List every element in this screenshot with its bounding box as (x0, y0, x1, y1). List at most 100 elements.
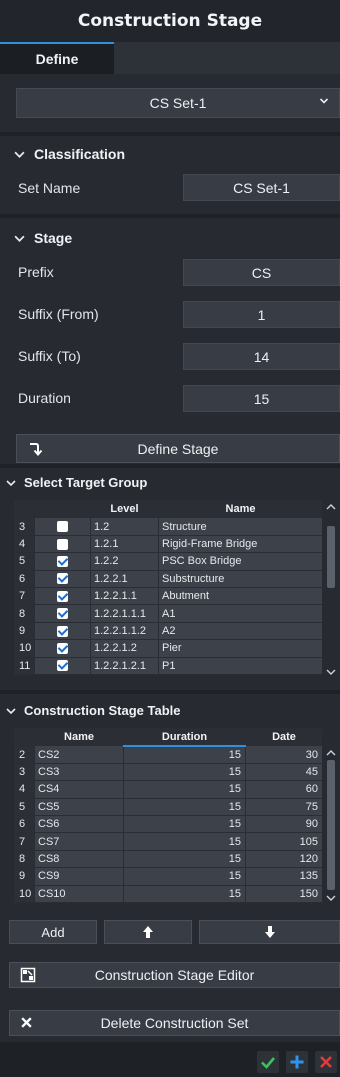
row-checkbox-cell[interactable] (34, 604, 91, 623)
stage-date-cell: 150 (245, 884, 322, 903)
column-header-duration[interactable]: Duration (123, 728, 246, 747)
target-group-row[interactable]: 6 1.2.2.1 Substructure (14, 569, 322, 588)
column-header-name[interactable]: Name (34, 728, 124, 747)
chevron-down-icon (6, 479, 16, 486)
cs-set-dropdown[interactable]: CS Set-1 (16, 88, 340, 118)
group-checkbox[interactable] (57, 555, 68, 567)
column-header-date[interactable]: Date (245, 728, 322, 747)
row-checkbox-cell[interactable] (34, 517, 91, 536)
move-up-button[interactable] (104, 920, 192, 944)
stage-row[interactable]: 2 CS2 15 30 (14, 745, 322, 764)
target-group-row[interactable]: 7 1.2.2.1.1 Abutment (14, 586, 322, 606)
classification-header[interactable]: Classification (14, 146, 125, 162)
cancel-button[interactable] (315, 1051, 337, 1073)
duration-field[interactable]: 15 (183, 385, 340, 412)
confirm-button[interactable] (257, 1051, 279, 1073)
target-group-row[interactable]: 5 1.2.2 PSC Box Bridge (14, 552, 322, 571)
target-group-row[interactable]: 10 1.2.2.1.2 Pier (14, 639, 322, 658)
stage-date-cell: 120 (245, 849, 322, 869)
stage-name-cell[interactable]: CS9 (34, 867, 124, 886)
stage-duration-cell[interactable]: 15 (123, 849, 246, 869)
name-cell: PSC Box Bridge (158, 552, 322, 571)
set-name-field[interactable]: CS Set-1 (183, 174, 340, 201)
row-checkbox-cell[interactable] (34, 534, 91, 554)
target-group-header[interactable]: Select Target Group (6, 475, 147, 490)
stage-row[interactable]: 4 CS4 15 60 (14, 780, 322, 799)
group-checkbox[interactable] (57, 642, 68, 654)
stage-duration-cell[interactable]: 15 (123, 832, 246, 851)
level-cell: 1.2.1 (90, 534, 159, 554)
row-checkbox-cell[interactable] (34, 656, 91, 675)
stage-row[interactable]: 7 CS7 15 105 (14, 832, 322, 851)
stage-duration-cell[interactable]: 15 (123, 797, 246, 816)
scrollbar-thumb[interactable] (327, 760, 335, 890)
column-header-level[interactable]: Level (90, 500, 159, 519)
stage-name-cell[interactable]: CS10 (34, 884, 124, 903)
target-group-scrollbar[interactable] (324, 500, 338, 681)
stage-row[interactable]: 6 CS6 15 90 (14, 814, 322, 834)
stage-row[interactable]: 9 CS9 15 135 (14, 867, 322, 886)
target-group-row[interactable]: 8 1.2.2.1.1.1 A1 (14, 604, 322, 623)
row-checkbox-cell[interactable] (34, 552, 91, 571)
group-checkbox[interactable] (57, 538, 68, 550)
row-checkbox-cell[interactable] (34, 621, 91, 641)
row-checkbox-cell[interactable] (34, 569, 91, 588)
delete-construction-set-button[interactable]: Delete Construction Set (9, 1010, 340, 1036)
tab-define[interactable]: Define (0, 42, 114, 74)
stage-duration-cell[interactable]: 15 (123, 762, 246, 782)
define-stage-button[interactable]: Define Stage (16, 434, 340, 463)
stage-name-cell[interactable]: CS4 (34, 780, 124, 799)
column-header-name[interactable]: Name (158, 500, 322, 519)
stage-row[interactable]: 5 CS5 15 75 (14, 797, 322, 816)
row-number: 2 (14, 745, 35, 764)
target-group-row[interactable]: 4 1.2.1 Rigid-Frame Bridge (14, 534, 322, 554)
group-checkbox[interactable] (57, 660, 68, 672)
chevron-down-icon (14, 235, 25, 242)
stage-row[interactable]: 8 CS8 15 120 (14, 849, 322, 869)
target-group-row[interactable]: 3 1.2 Structure (14, 517, 322, 536)
group-checkbox[interactable] (57, 608, 68, 620)
stage-table-heading: Construction Stage Table (24, 703, 181, 718)
group-checkbox[interactable] (57, 590, 68, 602)
stage-row[interactable]: 3 CS3 15 45 (14, 762, 322, 782)
row-checkbox-cell[interactable] (34, 639, 91, 658)
scroll-down-icon[interactable] (326, 668, 336, 676)
group-checkbox[interactable] (57, 521, 68, 533)
row-checkbox-cell[interactable] (34, 586, 91, 606)
target-group-row[interactable]: 11 1.2.2.1.2.1 P1 (14, 656, 322, 675)
scroll-up-icon[interactable] (326, 749, 336, 757)
group-checkbox[interactable] (57, 625, 68, 637)
target-group-row[interactable]: 9 1.2.2.1.1.2 A2 (14, 621, 322, 641)
scroll-up-icon[interactable] (326, 503, 336, 511)
stage-name-cell[interactable]: CS7 (34, 832, 124, 851)
suffix-to-field[interactable]: 14 (183, 343, 340, 370)
construction-stage-editor-button[interactable]: Construction Stage Editor (9, 962, 340, 988)
stage-name-cell[interactable]: CS3 (34, 762, 124, 782)
prefix-field[interactable]: CS (183, 259, 340, 286)
stage-table-header[interactable]: Construction Stage Table (6, 703, 181, 718)
group-checkbox[interactable] (57, 573, 68, 585)
stage-row[interactable]: 10 CS10 15 150 (14, 884, 322, 903)
stage-name-cell[interactable]: CS2 (34, 745, 124, 764)
row-number: 10 (14, 639, 35, 658)
scrollbar-thumb[interactable] (327, 526, 335, 588)
stage-name-cell[interactable]: CS5 (34, 797, 124, 816)
stage-table-scrollbar[interactable] (324, 746, 338, 906)
row-number: 9 (14, 867, 35, 886)
row-number: 4 (14, 534, 35, 554)
suffix-from-field[interactable]: 1 (183, 301, 340, 328)
stage-duration-cell[interactable]: 15 (123, 884, 246, 903)
stage-name-cell[interactable]: CS6 (34, 814, 124, 834)
stage-duration-cell[interactable]: 15 (123, 745, 246, 764)
add-stage-button[interactable]: Add (9, 920, 97, 944)
stage-name-cell[interactable]: CS8 (34, 849, 124, 869)
row-number: 8 (14, 604, 35, 623)
move-down-button[interactable] (199, 920, 340, 944)
stage-duration-cell[interactable]: 15 (123, 867, 246, 886)
stage-duration-cell[interactable]: 15 (123, 814, 246, 834)
scroll-down-icon[interactable] (326, 894, 336, 902)
stage-header[interactable]: Stage (14, 230, 72, 246)
stage-duration-cell[interactable]: 15 (123, 780, 246, 799)
add-button[interactable] (286, 1051, 308, 1073)
name-cell: Structure (158, 517, 322, 536)
